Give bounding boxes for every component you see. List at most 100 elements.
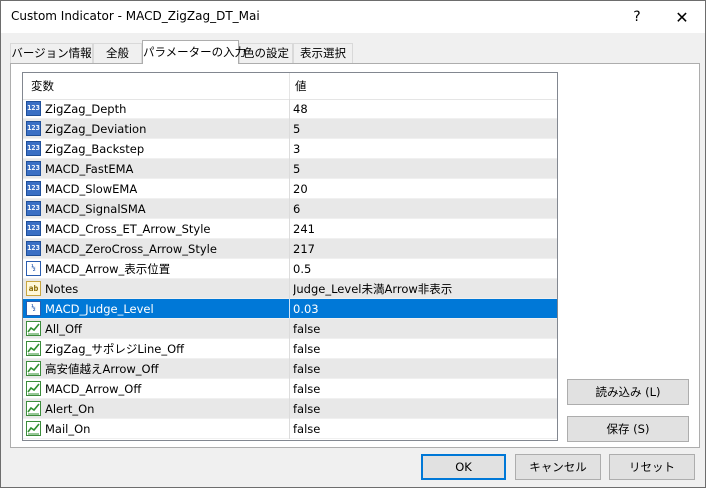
param-name: ZigZag_サポレジLine_Off bbox=[45, 342, 185, 356]
column-divider bbox=[289, 279, 290, 299]
column-divider bbox=[289, 399, 290, 419]
param-name: MACD_Arrow_Off bbox=[45, 382, 142, 396]
ok-button[interactable]: OK bbox=[421, 454, 506, 480]
cancel-button[interactable]: キャンセル bbox=[515, 454, 601, 480]
column-divider bbox=[289, 259, 290, 279]
column-divider bbox=[289, 419, 290, 439]
param-name: MACD_Judge_Level bbox=[45, 302, 154, 316]
param-value[interactable]: 20 bbox=[293, 179, 553, 199]
tab-display-select[interactable]: 表示選択 bbox=[293, 43, 353, 63]
column-divider bbox=[289, 359, 290, 379]
table-row[interactable]: ½ MACD_Judge_Level 0.03 bbox=[23, 299, 557, 319]
help-button[interactable]: ? bbox=[614, 1, 660, 33]
column-divider bbox=[289, 199, 290, 219]
window-title: Custom Indicator - MACD_ZigZag_DT_Mai bbox=[11, 9, 260, 23]
param-name: MACD_SignalSMA bbox=[45, 202, 146, 216]
param-value[interactable]: 0.03 bbox=[293, 299, 553, 319]
table-row[interactable]: ab Notes Judge_Level未満Arrow非表示 bbox=[23, 279, 557, 299]
param-value[interactable]: 5 bbox=[293, 119, 553, 139]
column-divider bbox=[289, 299, 290, 319]
table-row[interactable]: 123 ZigZag_Depth 48 bbox=[23, 99, 557, 119]
integer-type-icon: 123 bbox=[26, 141, 41, 156]
column-divider bbox=[289, 99, 290, 119]
header-divider[interactable] bbox=[289, 73, 290, 99]
param-value[interactable]: false bbox=[293, 399, 553, 419]
column-divider bbox=[289, 139, 290, 159]
param-value[interactable]: 48 bbox=[293, 99, 553, 119]
table-row[interactable]: ½ MACD_Arrow_表示位置 0.5 bbox=[23, 259, 557, 279]
param-name: MACD_ZeroCross_Arrow_Style bbox=[45, 242, 217, 256]
double-type-icon: ½ bbox=[26, 301, 41, 316]
table-row[interactable]: 123 MACD_SignalSMA 6 bbox=[23, 199, 557, 219]
string-type-icon: ab bbox=[26, 281, 41, 296]
param-name: Notes bbox=[45, 282, 79, 296]
column-divider bbox=[289, 319, 290, 339]
integer-type-icon: 123 bbox=[26, 121, 41, 136]
save-button[interactable]: 保存 (S) bbox=[567, 416, 689, 442]
table-row[interactable]: 高安値越えArrow_Off false bbox=[23, 359, 557, 379]
column-divider bbox=[289, 179, 290, 199]
integer-type-icon: 123 bbox=[26, 161, 41, 176]
tab-parameters[interactable]: パラメーターの入力 bbox=[142, 40, 246, 64]
table-row[interactable]: 123 MACD_FastEMA 5 bbox=[23, 159, 557, 179]
param-name: All_Off bbox=[45, 322, 82, 336]
param-name: MACD_SlowEMA bbox=[45, 182, 138, 196]
param-value[interactable]: false bbox=[293, 379, 553, 399]
param-value[interactable]: false bbox=[293, 359, 553, 379]
tab-general[interactable]: 全般 bbox=[93, 43, 142, 63]
table-row[interactable]: All_Off false bbox=[23, 319, 557, 339]
boolean-type-icon bbox=[26, 341, 41, 356]
param-name: MACD_Cross_ET_Arrow_Style bbox=[45, 222, 211, 236]
param-name: 高安値越えArrow_Off bbox=[45, 362, 159, 376]
param-name: Alert_On bbox=[45, 402, 95, 416]
column-divider bbox=[289, 339, 290, 359]
header-variable[interactable]: 変数 bbox=[31, 73, 54, 99]
param-value[interactable]: 241 bbox=[293, 219, 553, 239]
column-divider bbox=[289, 119, 290, 139]
double-type-icon: ½ bbox=[26, 261, 41, 276]
table-row[interactable]: 123 ZigZag_Backstep 3 bbox=[23, 139, 557, 159]
param-value[interactable]: false bbox=[293, 319, 553, 339]
param-value[interactable]: false bbox=[293, 419, 553, 439]
param-value[interactable]: 217 bbox=[293, 239, 553, 259]
column-divider bbox=[289, 239, 290, 259]
indicator-dialog: Custom Indicator - MACD_ZigZag_DT_Mai ? … bbox=[0, 0, 706, 488]
param-name: ZigZag_Depth bbox=[45, 102, 127, 116]
table-row[interactable]: 123 MACD_ZeroCross_Arrow_Style 217 bbox=[23, 239, 557, 259]
tab-colors[interactable]: 色の設定 bbox=[239, 43, 293, 63]
table-row[interactable]: MACD_Arrow_Off false bbox=[23, 379, 557, 399]
integer-type-icon: 123 bbox=[26, 101, 41, 116]
reset-button[interactable]: リセット bbox=[609, 454, 695, 480]
boolean-type-icon bbox=[26, 421, 41, 436]
param-value[interactable]: 3 bbox=[293, 139, 553, 159]
param-value[interactable]: Judge_Level未満Arrow非表示 bbox=[293, 279, 553, 299]
param-value[interactable]: false bbox=[293, 339, 553, 359]
integer-type-icon: 123 bbox=[26, 221, 41, 236]
boolean-type-icon bbox=[26, 381, 41, 396]
table-row[interactable]: ZigZag_サポレジLine_Off false bbox=[23, 339, 557, 359]
param-name: ZigZag_Deviation bbox=[45, 122, 147, 136]
param-name: Mail_On bbox=[45, 422, 91, 436]
column-divider bbox=[289, 379, 290, 399]
close-button[interactable]: ✕ bbox=[659, 1, 705, 33]
header-value[interactable]: 値 bbox=[295, 73, 307, 99]
boolean-type-icon bbox=[26, 401, 41, 416]
load-button[interactable]: 読み込み (L) bbox=[567, 379, 689, 405]
table-row[interactable]: 123 MACD_Cross_ET_Arrow_Style 241 bbox=[23, 219, 557, 239]
param-name: ZigZag_Backstep bbox=[45, 142, 145, 156]
param-name: MACD_FastEMA bbox=[45, 162, 134, 176]
column-divider bbox=[289, 159, 290, 179]
tab-version-info[interactable]: バージョン情報 bbox=[10, 43, 93, 63]
integer-type-icon: 123 bbox=[26, 241, 41, 256]
table-row[interactable]: 123 ZigZag_Deviation 5 bbox=[23, 119, 557, 139]
table-row[interactable]: Mail_On false bbox=[23, 419, 557, 439]
param-value[interactable]: 0.5 bbox=[293, 259, 553, 279]
table-row[interactable]: Alert_On false bbox=[23, 399, 557, 419]
table-row[interactable]: 123 MACD_SlowEMA 20 bbox=[23, 179, 557, 199]
parameter-table: 変数 値 123 ZigZag_Depth 48 123 ZigZag_Deviatio… bbox=[22, 72, 558, 441]
param-value[interactable]: 5 bbox=[293, 159, 553, 179]
boolean-type-icon bbox=[26, 361, 41, 376]
integer-type-icon: 123 bbox=[26, 181, 41, 196]
param-name: MACD_Arrow_表示位置 bbox=[45, 262, 171, 276]
param-value[interactable]: 6 bbox=[293, 199, 553, 219]
